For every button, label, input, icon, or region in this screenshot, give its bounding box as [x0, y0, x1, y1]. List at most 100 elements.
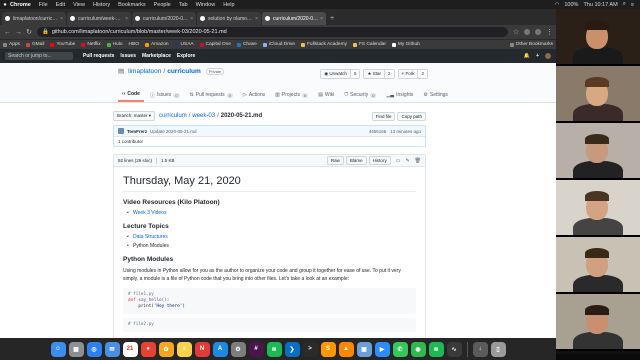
close-icon[interactable]: × — [320, 16, 323, 22]
repo-owner-link[interactable]: limaplatoon — [128, 68, 161, 75]
facetime-icon[interactable]: ◉ — [410, 341, 426, 357]
sublime-icon[interactable]: S — [320, 341, 336, 357]
bookmark-netflix[interactable]: Netflix — [81, 42, 101, 47]
tab-pull-requests[interactable]: ⇅ Pull requests 0 — [186, 89, 237, 102]
star-button[interactable]: ★ Star 2 — [363, 69, 395, 79]
notifications-icon[interactable]: 🔔 — [524, 53, 530, 59]
tab-actions[interactable]: ▷ Actions — [239, 89, 269, 102]
finder-icon[interactable]: ☺ — [50, 341, 66, 357]
browser-tab-1[interactable]: limaplatoon/curriculum × — [2, 12, 66, 25]
participant-video-tile[interactable] — [556, 9, 640, 66]
avatar[interactable] — [545, 53, 551, 59]
close-icon[interactable]: × — [60, 16, 63, 22]
spotify-icon[interactable]: ≋ — [266, 341, 282, 357]
menu-tab[interactable]: Tab — [179, 2, 188, 8]
commit-author[interactable]: TomFrerz — [127, 129, 147, 134]
commit-message[interactable]: Update 2020-05-21.md — [150, 129, 196, 134]
history-button[interactable]: History — [368, 156, 391, 165]
browser-tab-3[interactable]: curriculum/2020-05-20.md at× — [132, 12, 196, 25]
tab-wiki[interactable]: ▤ Wiki — [314, 89, 338, 102]
avatar[interactable] — [118, 128, 124, 134]
clock[interactable]: Thu 10:17 AM — [583, 2, 617, 8]
activity-monitor-icon[interactable]: ∿ — [446, 341, 462, 357]
bookmark-usaa[interactable]: USAA — [174, 42, 194, 47]
zoom-icon[interactable]: ▶ — [374, 341, 390, 357]
github-search-input[interactable]: Search or jump to... — [5, 52, 73, 60]
menu-history[interactable]: History — [93, 2, 110, 8]
bookmark-fullstack-academy[interactable]: Fullstack Academy — [300, 42, 347, 47]
participant-video-tile[interactable] — [556, 123, 640, 180]
address-bar[interactable]: 🔒 github.com/limaplatoon/curriculum/blob… — [37, 27, 508, 37]
launchpad-icon[interactable]: ▦ — [68, 341, 84, 357]
spotify-2-icon[interactable]: ≋ — [428, 341, 444, 357]
terminal-icon[interactable]: > — [302, 341, 318, 357]
notes-icon[interactable]: ≡ — [176, 341, 192, 357]
copy-path-button[interactable]: Copy path — [397, 111, 426, 121]
commit-sha[interactable]: 4455166 — [369, 129, 387, 134]
back-icon[interactable]: ← — [4, 29, 11, 36]
tab-projects[interactable]: ▥ Projects 0 — [271, 89, 312, 102]
menu-help[interactable]: Help — [223, 2, 234, 8]
bookmark-youtube[interactable]: YouTube — [50, 42, 75, 47]
bookmark-fs-calendar[interactable]: FS Calendar — [352, 42, 386, 47]
browser-tab-5[interactable]: curriculum/2020-05-21.md at× — [262, 12, 326, 25]
tab-code[interactable]: ‹› Code — [118, 89, 144, 102]
repo-name-link[interactable]: curriculum — [167, 68, 201, 75]
menu-bookmarks[interactable]: Bookmarks — [118, 2, 146, 8]
browser-tab-2[interactable]: curriculum/week-03 at master× — [67, 12, 131, 25]
participant-video-tile[interactable] — [556, 66, 640, 123]
vscode-icon[interactable]: ❯ — [284, 341, 300, 357]
system-preferences-icon[interactable]: ⚙ — [230, 341, 246, 357]
menu-window[interactable]: Window — [196, 2, 216, 8]
bookmark-capital-one[interactable]: Capital One — [199, 42, 231, 47]
close-icon[interactable]: × — [255, 16, 258, 22]
tab-insights[interactable]: ▁▃ Insights — [382, 89, 417, 102]
forward-icon[interactable]: → — [15, 29, 22, 36]
bookmark-amazon[interactable]: Amazon — [144, 42, 169, 47]
bookmark-icloud-drive[interactable]: iCloud Drive — [262, 42, 295, 47]
battery-percent[interactable]: 100% — [564, 2, 578, 8]
bookmark-star-icon[interactable]: ☆ — [513, 28, 519, 36]
reload-icon[interactable]: ↻ — [26, 28, 32, 36]
plus-icon[interactable]: + — [536, 53, 539, 59]
breadcrumb-folder[interactable]: week-03 — [192, 113, 215, 119]
wifi-icon[interactable]: ◠ — [555, 2, 560, 8]
branch-select[interactable]: Branch: master ▾ — [113, 111, 156, 121]
pencil-icon[interactable]: ✎ — [405, 158, 409, 164]
unwatch-button[interactable]: ◉ Unwatch 5 — [320, 69, 361, 79]
bookmark-apps[interactable]: Apps — [3, 42, 20, 47]
close-icon[interactable]: × — [125, 16, 128, 22]
tab-issues[interactable]: ⓘ Issues 0 — [146, 89, 184, 102]
vlc-icon[interactable]: ▲ — [338, 341, 354, 357]
spotlight-icon[interactable]: ⌕ — [623, 1, 626, 8]
bookmark-chase[interactable]: Chase — [236, 42, 257, 47]
trash-icon[interactable]: ▯ — [490, 341, 506, 357]
browser-tab-4[interactable]: solution by olamowski2 · Pull× — [197, 12, 261, 25]
contributors-link[interactable]: 1 contributor — [118, 139, 143, 144]
safari-icon[interactable]: ◎ — [86, 341, 102, 357]
messages-icon[interactable]: ✆ — [392, 341, 408, 357]
participant-video-tile[interactable] — [556, 294, 640, 351]
menu-edit[interactable]: Edit — [56, 2, 65, 8]
slack-icon[interactable]: # — [248, 341, 264, 357]
week-3-videos-link[interactable]: Week 3 Videos — [133, 210, 166, 216]
profile-icon[interactable] — [535, 29, 541, 35]
blame-button[interactable]: Blame — [345, 156, 367, 165]
bookmark-other[interactable]: Other Bookmarks — [509, 42, 553, 47]
close-icon[interactable]: × — [190, 16, 193, 22]
downloads-icon[interactable]: ↓ — [472, 341, 488, 357]
tab-security[interactable]: ⛉ Security 0 — [340, 89, 380, 102]
extension-icon[interactable] — [524, 29, 530, 35]
find-file-button[interactable]: Find file — [371, 111, 396, 121]
calendar-icon[interactable]: 21 — [122, 341, 138, 357]
control-center-icon[interactable]: ≡ — [631, 2, 634, 8]
bookmark-gmail[interactable]: GMail — [25, 42, 44, 47]
tab-settings[interactable]: ⚙ Settings — [419, 89, 452, 102]
mail-icon[interactable]: ✉ — [104, 341, 120, 357]
desktop-icon[interactable]: ▭ — [396, 158, 401, 164]
fork-button[interactable]: ⑂ Fork 2 — [397, 69, 428, 79]
nav-marketplace[interactable]: Marketplace — [142, 53, 171, 59]
menu-view[interactable]: View — [73, 2, 85, 8]
apple-menu-icon[interactable]: ● — [0, 2, 10, 8]
breadcrumb-repo[interactable]: curriculum — [159, 113, 187, 119]
